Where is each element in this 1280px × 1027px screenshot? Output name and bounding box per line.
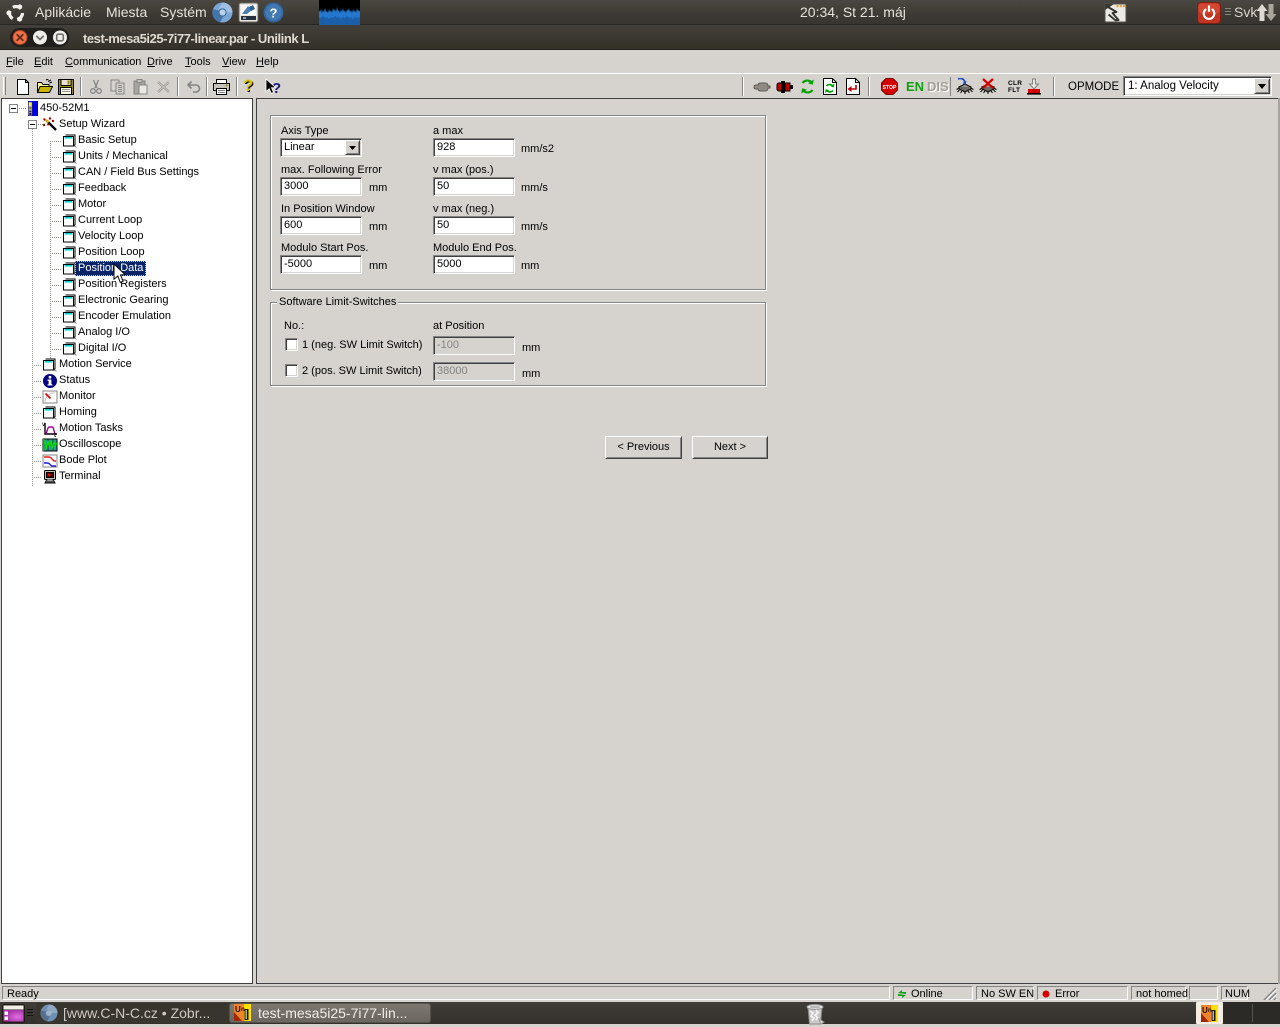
svg-text:STOP: STOP [882,85,897,91]
svg-text:n: n [241,1007,245,1013]
svg-text:?: ? [270,6,278,21]
svg-text:v: v [42,422,45,428]
svg-text:n: n [1208,1008,1212,1014]
